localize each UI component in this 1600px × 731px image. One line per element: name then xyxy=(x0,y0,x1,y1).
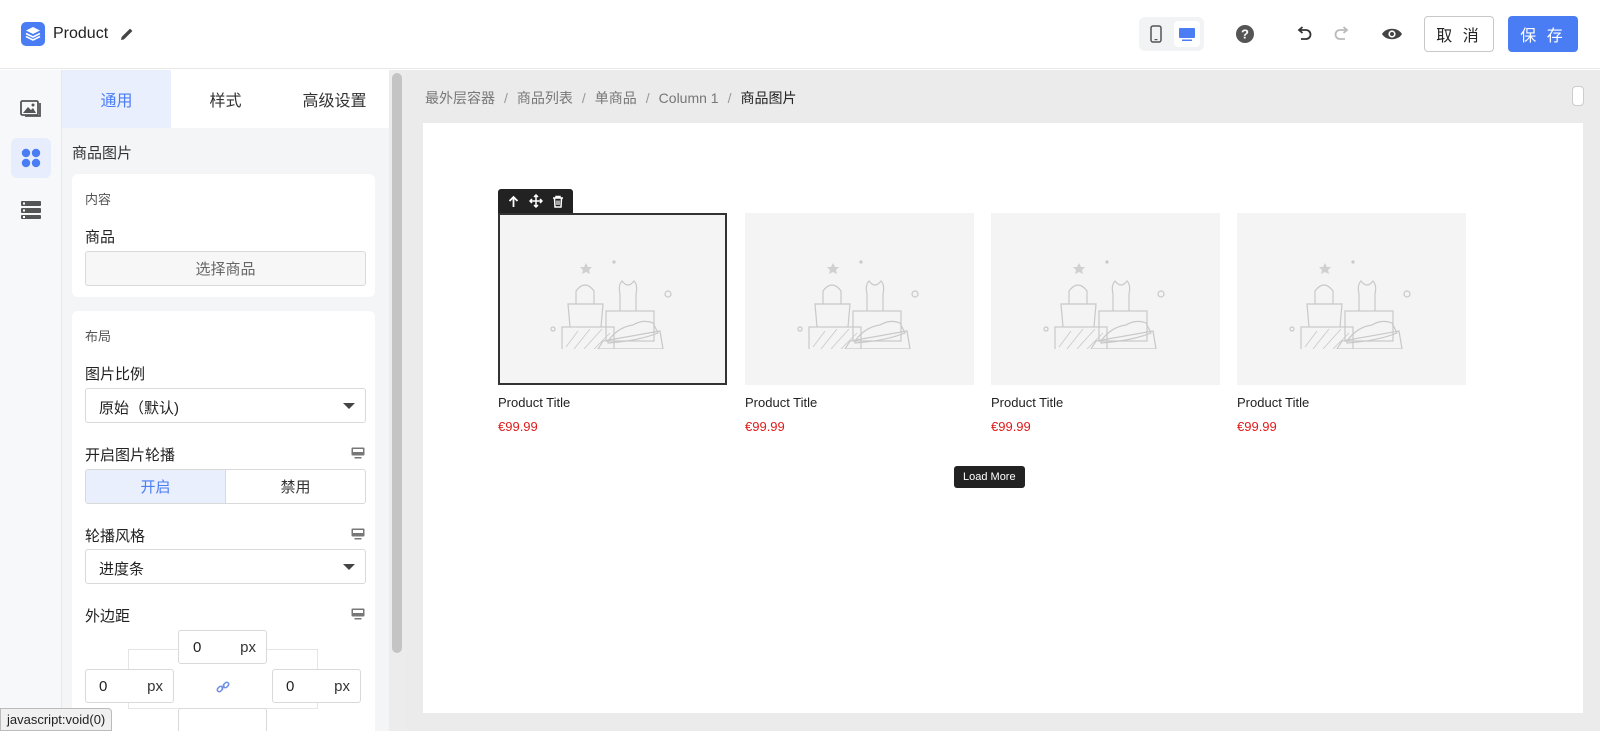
product-title[interactable]: Product Title xyxy=(745,395,974,410)
carousel-on-option[interactable]: 开启 xyxy=(86,470,225,503)
tab-advanced[interactable]: 高级设置 xyxy=(280,70,389,128)
carousel-off-option[interactable]: 禁用 xyxy=(225,470,365,503)
breadcrumb-item[interactable]: Column 1 xyxy=(659,90,719,106)
layout-card-label: 布局 xyxy=(85,329,112,344)
app-title: Product xyxy=(53,25,109,42)
product-image-placeholder[interactable] xyxy=(745,213,974,385)
product-card[interactable]: Product Title €99.99 xyxy=(745,213,974,434)
load-more-button[interactable]: Load More xyxy=(954,466,1025,488)
content-card: 内容 商品 选择商品 xyxy=(72,174,375,297)
layout-card: 布局 图片比例 原始（默认) 开启图片轮播 开启 禁用 轮播风格 进度条 外边距… xyxy=(72,311,375,731)
arrow-up-icon[interactable] xyxy=(507,195,520,208)
preview-eye-icon[interactable] xyxy=(1380,22,1404,46)
content-card-label: 内容 xyxy=(85,192,112,207)
help-icon[interactable]: ? xyxy=(1233,22,1257,46)
product-title[interactable]: Product Title xyxy=(498,395,727,410)
svg-text:?: ? xyxy=(1241,27,1249,42)
product-field-label: 商品 xyxy=(85,229,116,246)
product-price: €99.99 xyxy=(498,419,538,434)
status-bar-url: javascript:void(0) xyxy=(0,708,113,731)
carousel-style-value: 进度条 xyxy=(99,561,145,578)
carousel-style-select[interactable]: 进度条 xyxy=(85,549,366,584)
product-illustration-icon xyxy=(549,260,672,349)
product-title[interactable]: Product Title xyxy=(1237,395,1466,410)
panel-scrollbar[interactable] xyxy=(389,70,406,731)
margin-label: 外边距 xyxy=(85,608,131,625)
breadcrumb-item[interactable]: 商品列表 xyxy=(517,90,573,106)
select-product-button[interactable]: 选择商品 xyxy=(85,251,366,286)
desktop-device-icon xyxy=(351,607,365,620)
device-toggle xyxy=(1139,17,1204,51)
page-canvas: Product Title €99.99 Product Title €99.9… xyxy=(423,123,1583,713)
mobile-view-icon[interactable] xyxy=(1143,21,1169,47)
link-icon[interactable] xyxy=(214,678,232,696)
left-rail xyxy=(0,70,62,731)
product-price: €99.99 xyxy=(1237,419,1277,434)
desktop-view-icon[interactable] xyxy=(1174,21,1200,47)
margin-left-input[interactable]: 0 px xyxy=(85,669,174,703)
chevron-down-icon xyxy=(343,564,355,570)
section-title: 商品图片 xyxy=(72,145,133,162)
cancel-button[interactable]: 取 消 xyxy=(1424,16,1494,52)
margin-bottom-input[interactable] xyxy=(178,708,267,731)
product-price: €99.99 xyxy=(745,419,785,434)
image-ratio-select[interactable]: 原始（默认) xyxy=(85,388,366,423)
product-card[interactable]: Product Title €99.99 xyxy=(991,213,1220,434)
desktop-device-icon xyxy=(351,446,365,459)
product-illustration-icon xyxy=(796,260,919,349)
breadcrumb-item[interactable]: 最外层容器 xyxy=(425,90,495,106)
margin-top-input[interactable]: 0 px xyxy=(178,630,267,664)
settings-panel: 通用 样式 高级设置 商品图片 内容 商品 选择商品 布局 图片比例 原始（默认… xyxy=(62,70,389,731)
margin-right-input[interactable]: 0 px xyxy=(272,669,361,703)
tab-style[interactable]: 样式 xyxy=(171,70,280,128)
product-illustration-icon xyxy=(1042,260,1165,349)
layers-logo-icon xyxy=(21,22,45,46)
carousel-toggle: 开启 禁用 xyxy=(85,469,366,504)
carousel-style-label: 轮播风格 xyxy=(85,528,146,545)
product-card[interactable]: Product Title €99.99 xyxy=(498,213,727,434)
layers-list-icon[interactable] xyxy=(11,190,51,230)
product-image-placeholder[interactable] xyxy=(498,213,727,385)
pencil-edit-icon[interactable] xyxy=(118,25,136,43)
product-price: €99.99 xyxy=(991,419,1031,434)
scroll-indicator xyxy=(1572,86,1584,106)
top-bar: Product ? 取 消 保 存 xyxy=(0,0,1600,69)
element-toolbar xyxy=(498,189,573,213)
image-ratio-label: 图片比例 xyxy=(85,366,146,383)
image-ratio-value: 原始（默认) xyxy=(99,400,179,417)
breadcrumb: 最外层容器 / 商品列表 / 单商品 / Column 1/商品图片 xyxy=(425,90,797,106)
desktop-device-icon xyxy=(351,527,365,540)
breadcrumb-current: 商品图片 xyxy=(740,90,797,106)
breadcrumb-item[interactable]: 单商品 xyxy=(595,90,637,106)
save-button[interactable]: 保 存 xyxy=(1508,16,1578,52)
product-illustration-icon xyxy=(1288,260,1411,349)
product-card[interactable]: Product Title €99.99 xyxy=(1237,213,1466,434)
undo-icon[interactable] xyxy=(1292,22,1316,46)
product-image-placeholder[interactable] xyxy=(991,213,1220,385)
redo-icon[interactable] xyxy=(1330,22,1354,46)
canvas-area: 最外层容器 / 商品列表 / 单商品 / Column 1/商品图片 Produ… xyxy=(406,70,1600,731)
product-title[interactable]: Product Title xyxy=(991,395,1220,410)
trash-icon[interactable] xyxy=(552,195,564,208)
tab-general[interactable]: 通用 xyxy=(62,70,171,128)
product-image-placeholder[interactable] xyxy=(1237,213,1466,385)
move-icon[interactable] xyxy=(528,194,543,208)
components-icon[interactable] xyxy=(11,138,51,178)
chevron-down-icon xyxy=(343,403,355,409)
image-gallery-icon[interactable] xyxy=(11,88,51,128)
carousel-label: 开启图片轮播 xyxy=(85,447,176,464)
settings-tabs: 通用 样式 高级设置 xyxy=(62,70,389,128)
scrollbar-thumb[interactable] xyxy=(392,73,402,653)
